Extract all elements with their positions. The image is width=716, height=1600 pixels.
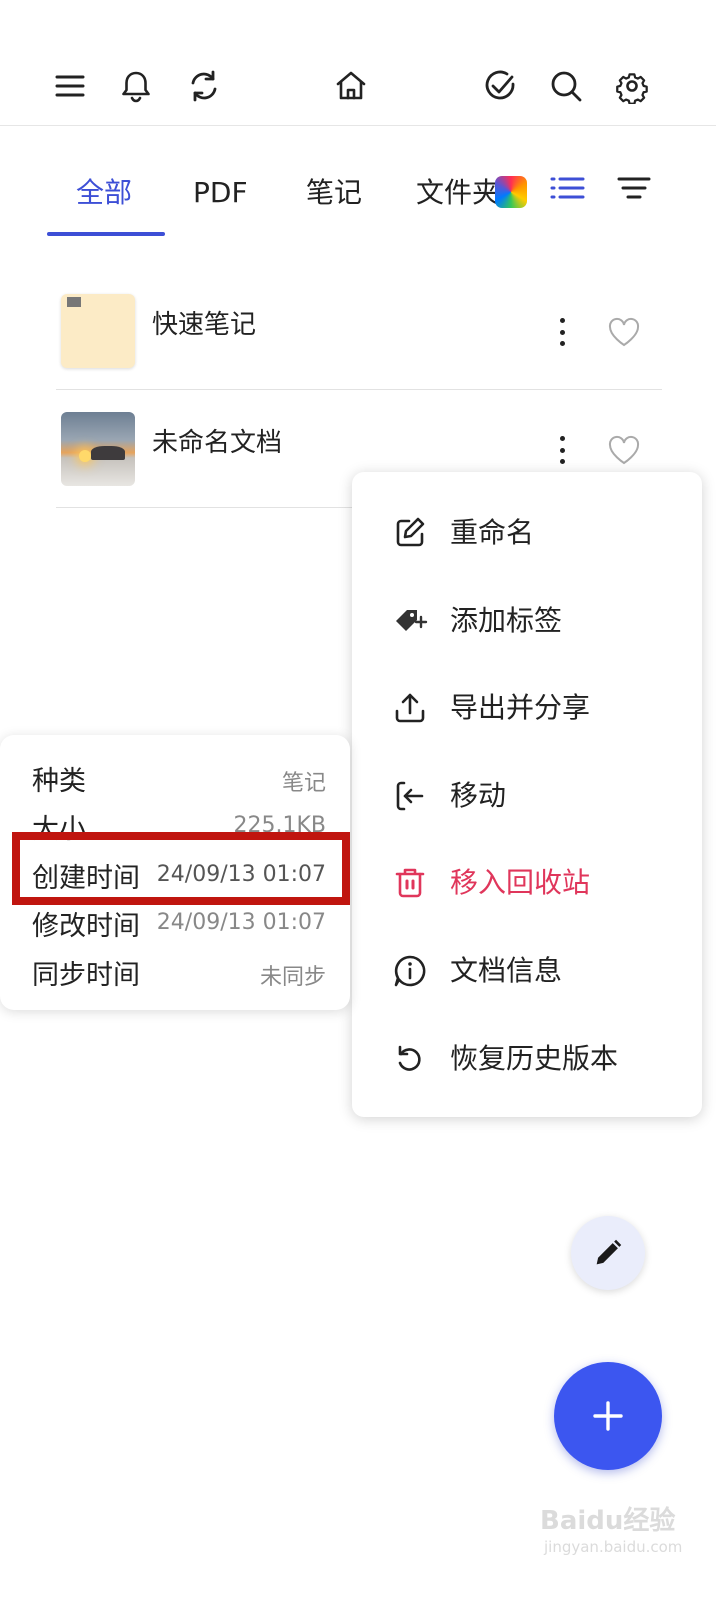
move-icon xyxy=(396,781,424,811)
info-row-modified: 修改时间 24/09/13 01:07 xyxy=(0,902,350,946)
menu-item-doc-info[interactable]: 文档信息 xyxy=(352,938,702,1004)
info-value: 24/09/13 01:07 xyxy=(156,910,326,935)
highlight-box xyxy=(12,832,350,905)
watermark-site: jingyan.baidu.com xyxy=(544,1538,683,1556)
upload-share-icon xyxy=(395,693,425,723)
active-tab-indicator xyxy=(47,232,165,236)
info-value: 未同步 xyxy=(259,965,326,990)
info-key: 种类 xyxy=(32,766,86,797)
sync-icon[interactable] xyxy=(182,64,226,108)
watermark: Baidu经验 jingyan.baidu.com xyxy=(540,1500,690,1560)
more-options-icon[interactable] xyxy=(552,312,572,352)
tab-pdf[interactable]: PDF xyxy=(193,168,248,218)
menu-item-label: 添加标签 xyxy=(450,604,563,637)
add-fab-button[interactable] xyxy=(554,1362,662,1470)
info-row-type: 种类 笔记 xyxy=(0,757,350,801)
more-options-icon[interactable] xyxy=(552,430,572,470)
menu-icon[interactable] xyxy=(48,64,92,108)
bell-icon[interactable] xyxy=(114,64,158,108)
file-name: 未命名文档 xyxy=(152,428,283,458)
list-item[interactable]: 快速笔记 xyxy=(56,272,662,390)
edit-icon xyxy=(396,517,425,547)
file-name: 快速笔记 xyxy=(152,310,257,340)
tab-notes[interactable]: 笔记 xyxy=(306,168,362,218)
edit-fab-button[interactable] xyxy=(571,1216,645,1290)
sort-filter-icon[interactable] xyxy=(614,172,654,204)
menu-item-add-tag[interactable]: 添加标签 xyxy=(352,588,702,654)
context-menu: 重命名 添加标签 导出并分享 移动 移入回收站 文档信息 恢复历史版本 xyxy=(352,472,702,1117)
menu-item-label: 文档信息 xyxy=(450,954,563,987)
menu-item-move-to-trash[interactable]: 移入回收站 xyxy=(352,850,702,916)
menu-item-export-share[interactable]: 导出并分享 xyxy=(352,675,702,741)
info-value: 笔记 xyxy=(281,771,326,796)
info-icon xyxy=(394,955,426,987)
home-icon[interactable] xyxy=(329,64,373,108)
menu-item-restore-history[interactable]: 恢复历史版本 xyxy=(352,1026,702,1092)
menu-item-label: 移动 xyxy=(450,779,507,812)
tab-all[interactable]: 全部 xyxy=(76,168,132,218)
menu-item-move[interactable]: 移动 xyxy=(352,763,702,829)
gear-icon[interactable] xyxy=(610,64,654,108)
trash-icon xyxy=(395,868,425,898)
check-circle-icon[interactable] xyxy=(478,64,522,108)
menu-item-label: 重命名 xyxy=(450,516,535,549)
list-view-icon[interactable] xyxy=(548,172,588,204)
info-row-synced: 同步时间 未同步 xyxy=(0,951,350,995)
info-key: 修改时间 xyxy=(32,911,140,942)
heart-icon[interactable] xyxy=(606,432,642,468)
pencil-icon xyxy=(596,1239,622,1265)
tag-add-icon xyxy=(396,610,428,631)
note-thumbnail xyxy=(61,294,135,368)
menu-item-label: 移入回收站 xyxy=(450,866,591,899)
plus-icon xyxy=(593,1401,623,1431)
heart-icon[interactable] xyxy=(606,314,642,350)
menu-item-rename[interactable]: 重命名 xyxy=(352,500,702,566)
menu-item-label: 导出并分享 xyxy=(450,691,591,724)
info-key: 同步时间 xyxy=(32,960,140,991)
history-icon xyxy=(398,1045,421,1071)
top-toolbar xyxy=(0,0,716,126)
menu-item-label: 恢复历史版本 xyxy=(450,1042,619,1075)
watermark-logo: Baidu经验 xyxy=(540,1506,676,1536)
photo-thumbnail xyxy=(61,412,135,486)
color-tag-icon[interactable] xyxy=(495,176,527,208)
search-icon[interactable] xyxy=(544,64,588,108)
